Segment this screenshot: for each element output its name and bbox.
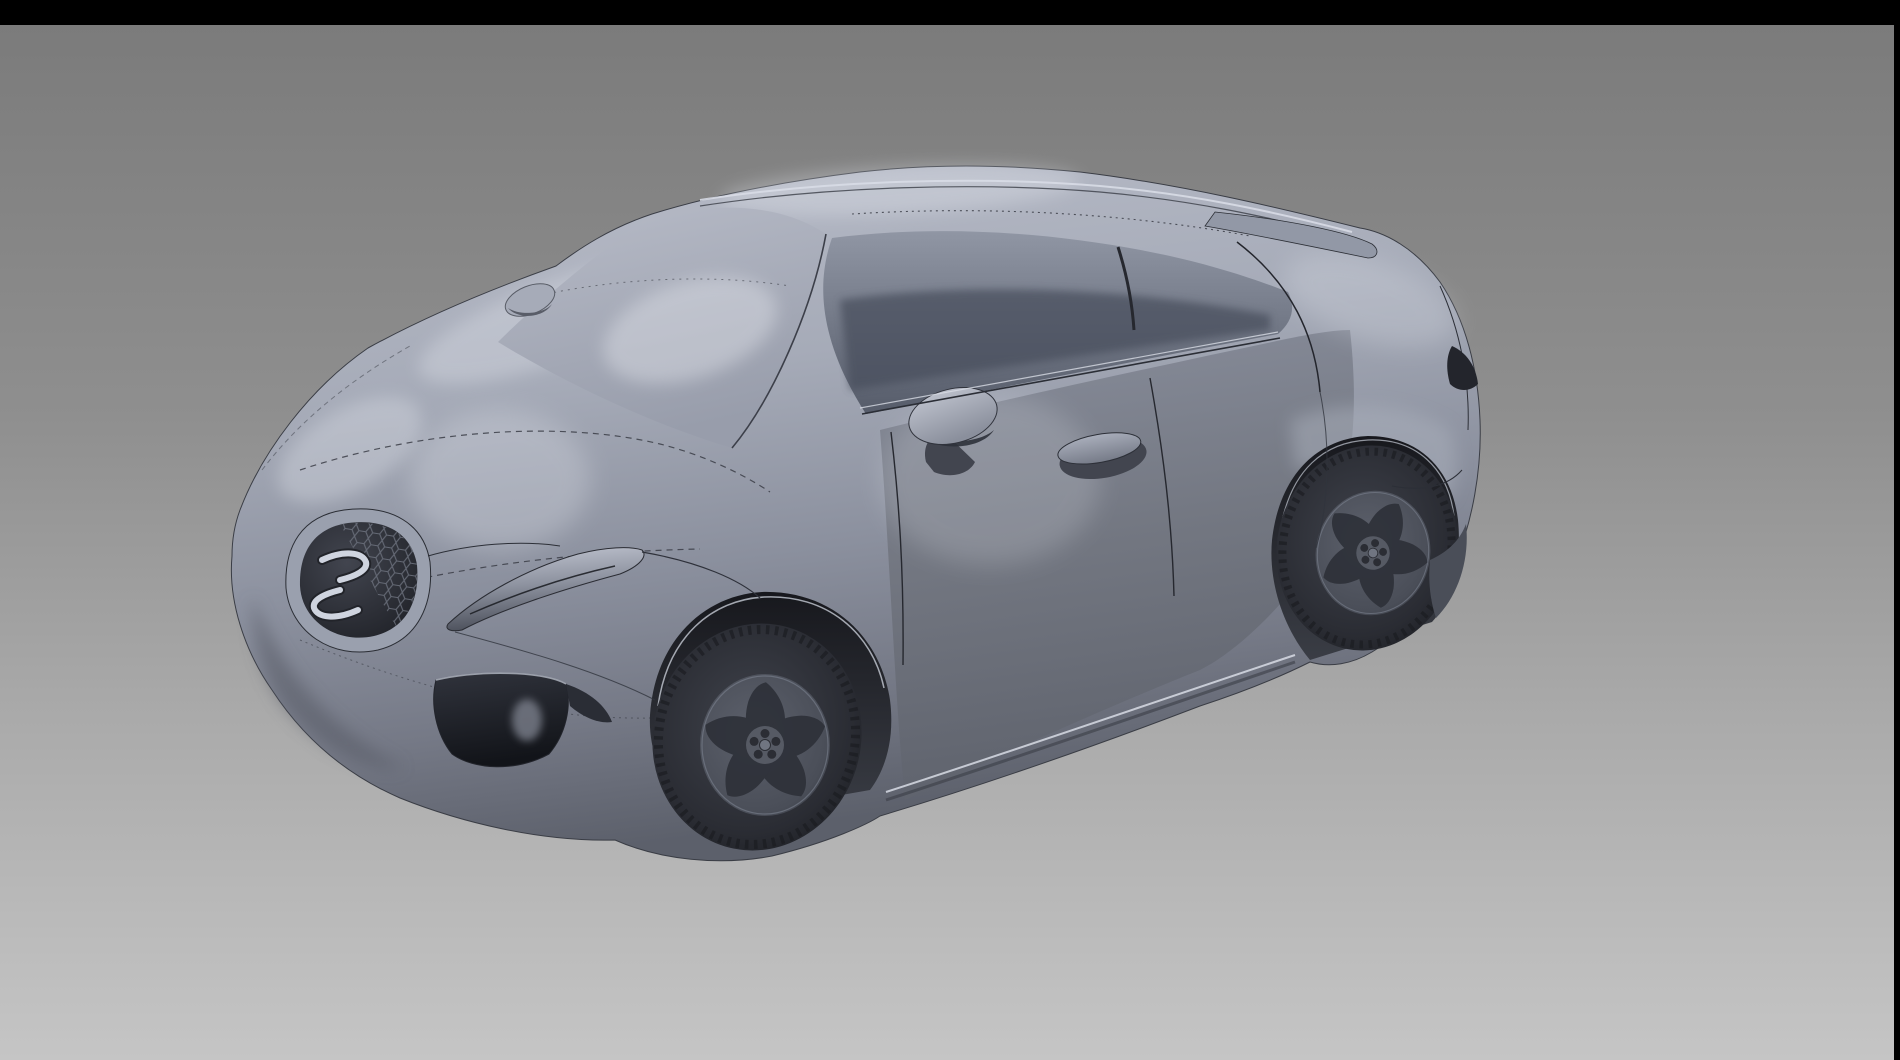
- cad-application-stage: [0, 0, 1900, 1060]
- top-letterbox-bar: [0, 0, 1900, 25]
- car-render-canvas[interactable]: [0, 0, 1900, 1060]
- right-letterbox-bar: [1894, 0, 1900, 1060]
- front-grille: [286, 509, 431, 652]
- fog-lamp: [512, 699, 542, 741]
- car-model[interactable]: [231, 157, 1480, 873]
- front-center-cap: [760, 740, 771, 751]
